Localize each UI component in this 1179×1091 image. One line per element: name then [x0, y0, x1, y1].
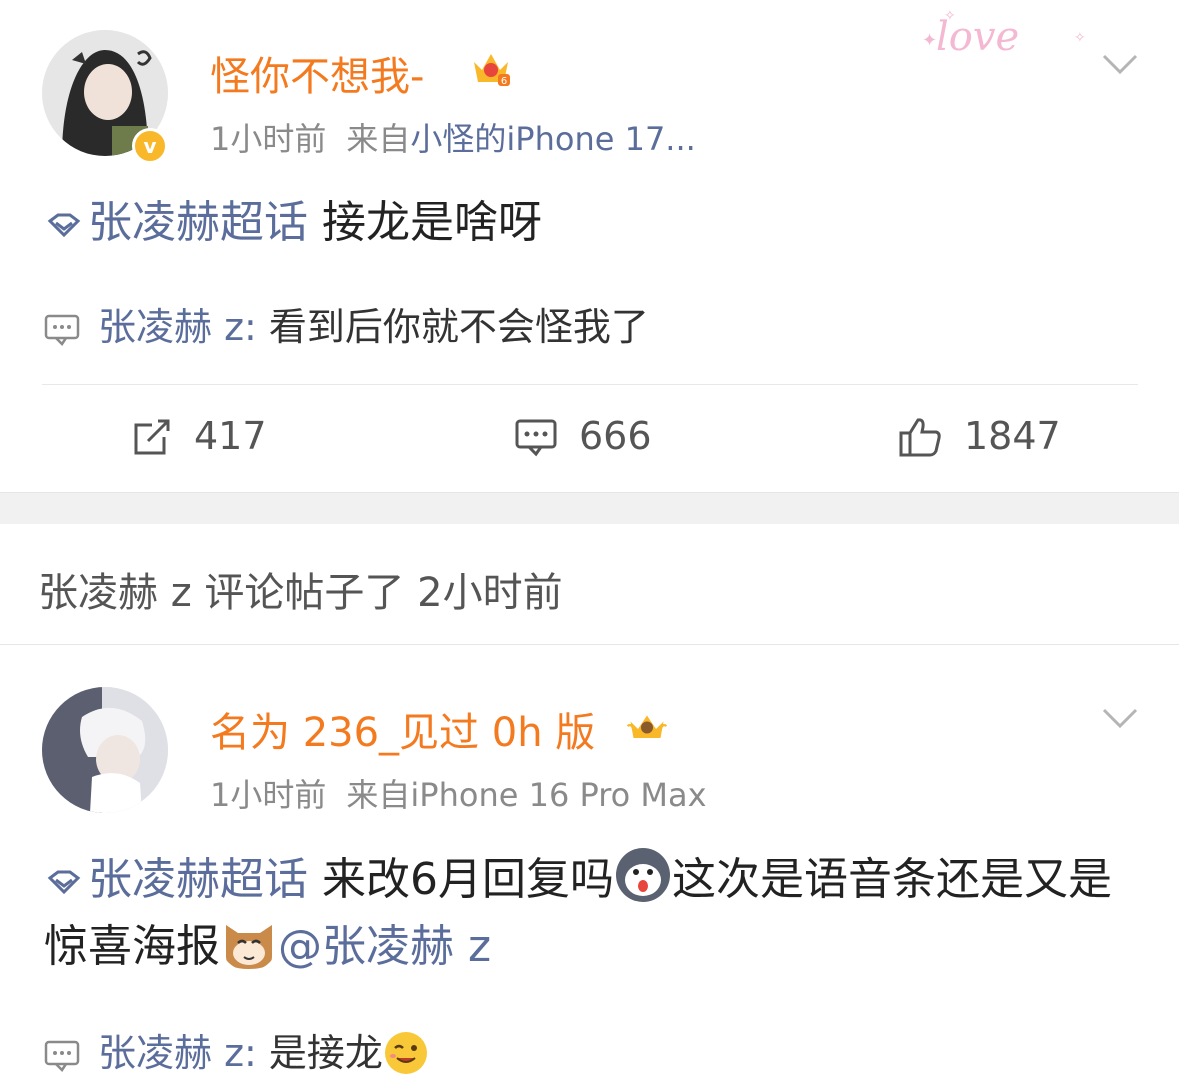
username[interactable]: 怪你不想我- — [210, 44, 424, 102]
user-mention-link[interactable]: @张凌赫 z — [278, 921, 491, 972]
post-time: 1小时前 — [210, 120, 327, 158]
thumbs-up-icon — [899, 418, 941, 457]
source-prefix: 来自 — [346, 776, 411, 814]
repost-button[interactable]: 417 — [132, 414, 267, 458]
like-button[interactable]: 1847 — [898, 414, 1061, 458]
crown-badge-icon[interactable]: 6 — [470, 48, 512, 88]
svg-text:✧: ✧ — [944, 8, 956, 24]
crown-badge-icon[interactable] — [626, 706, 668, 746]
reply-author[interactable]: 张凌赫 z: — [98, 305, 257, 349]
like-count: 1847 — [964, 414, 1061, 458]
post-time: 1小时前 — [210, 776, 327, 814]
comment-button[interactable]: 666 — [515, 414, 652, 458]
svg-text:✦: ✦ — [922, 30, 937, 51]
notice-text: 张凌赫 z 评论帖子了 2小时前 — [38, 570, 563, 616]
comment-icon — [44, 1040, 80, 1072]
diamond-topic-icon — [47, 870, 81, 895]
topic-link[interactable]: 张凌赫超话 — [44, 197, 308, 248]
chevron-down-icon[interactable] — [1100, 52, 1140, 76]
username[interactable]: 名为 236_见过 0h 版 — [210, 700, 595, 758]
wink-emoji-icon — [384, 1032, 427, 1074]
comment-icon — [44, 314, 80, 346]
topic-name: 张凌赫超话 — [88, 854, 308, 905]
divider — [42, 384, 1138, 385]
reply-text: 看到后你就不会怪我了 — [256, 305, 649, 349]
post-content: 张凌赫超话 接龙是啥呀 — [44, 190, 1144, 256]
svg-text:6: 6 — [501, 76, 507, 87]
activity-notice[interactable]: 张凌赫 z 评论帖子了 2小时前 — [0, 524, 1179, 645]
topic-link[interactable]: 张凌赫超话 — [44, 854, 308, 905]
comment-icon — [515, 419, 557, 457]
section-separator — [0, 492, 1179, 524]
post-meta: 1小时前 来自小怪的iPhone 17... — [210, 114, 696, 160]
top-reply[interactable]: 张凌赫 z: 看到后你就不会怪我了 — [44, 296, 649, 351]
chevron-down-icon[interactable] — [1100, 706, 1140, 730]
source-prefix: 来自 — [346, 120, 411, 158]
husky-emoji-icon — [615, 848, 670, 902]
post-meta: 1小时前 来自iPhone 16 Pro Max — [210, 770, 707, 816]
source-device: iPhone 16 Pro Max — [410, 776, 707, 814]
cat-emoji-icon — [226, 925, 272, 969]
post-content: 张凌赫超话 来改6月回复吗 这次是语音条还是又是惊喜海报 @张凌赫 z — [44, 846, 1154, 980]
post-text: 接龙是啥呀 — [308, 197, 542, 248]
topic-name: 张凌赫超话 — [88, 197, 308, 248]
comment-count: 666 — [579, 414, 652, 458]
verified-badge-icon: v — [132, 128, 168, 164]
repost-count: 417 — [194, 414, 267, 458]
user-avatar[interactable] — [42, 687, 168, 813]
repost-icon — [134, 419, 170, 455]
reply-author[interactable]: 张凌赫 z: — [98, 1031, 257, 1075]
feed-post-1: v 怪你不想我- 6 1小时前 来自小怪的iPhone 17... love ✦ … — [0, 0, 1179, 492]
svg-text:✧: ✧ — [1074, 30, 1086, 46]
source-device[interactable]: 小怪的iPhone 17... — [410, 120, 695, 158]
post-text-part1: 来改6月回复吗 — [308, 854, 614, 905]
love-decoration: love ✦ ✧ ✧ — [922, 8, 1086, 60]
top-reply[interactable]: 张凌赫 z: 是接龙 — [44, 1022, 429, 1077]
reply-text: 是接龙 — [256, 1031, 383, 1075]
diamond-topic-icon — [47, 213, 81, 238]
